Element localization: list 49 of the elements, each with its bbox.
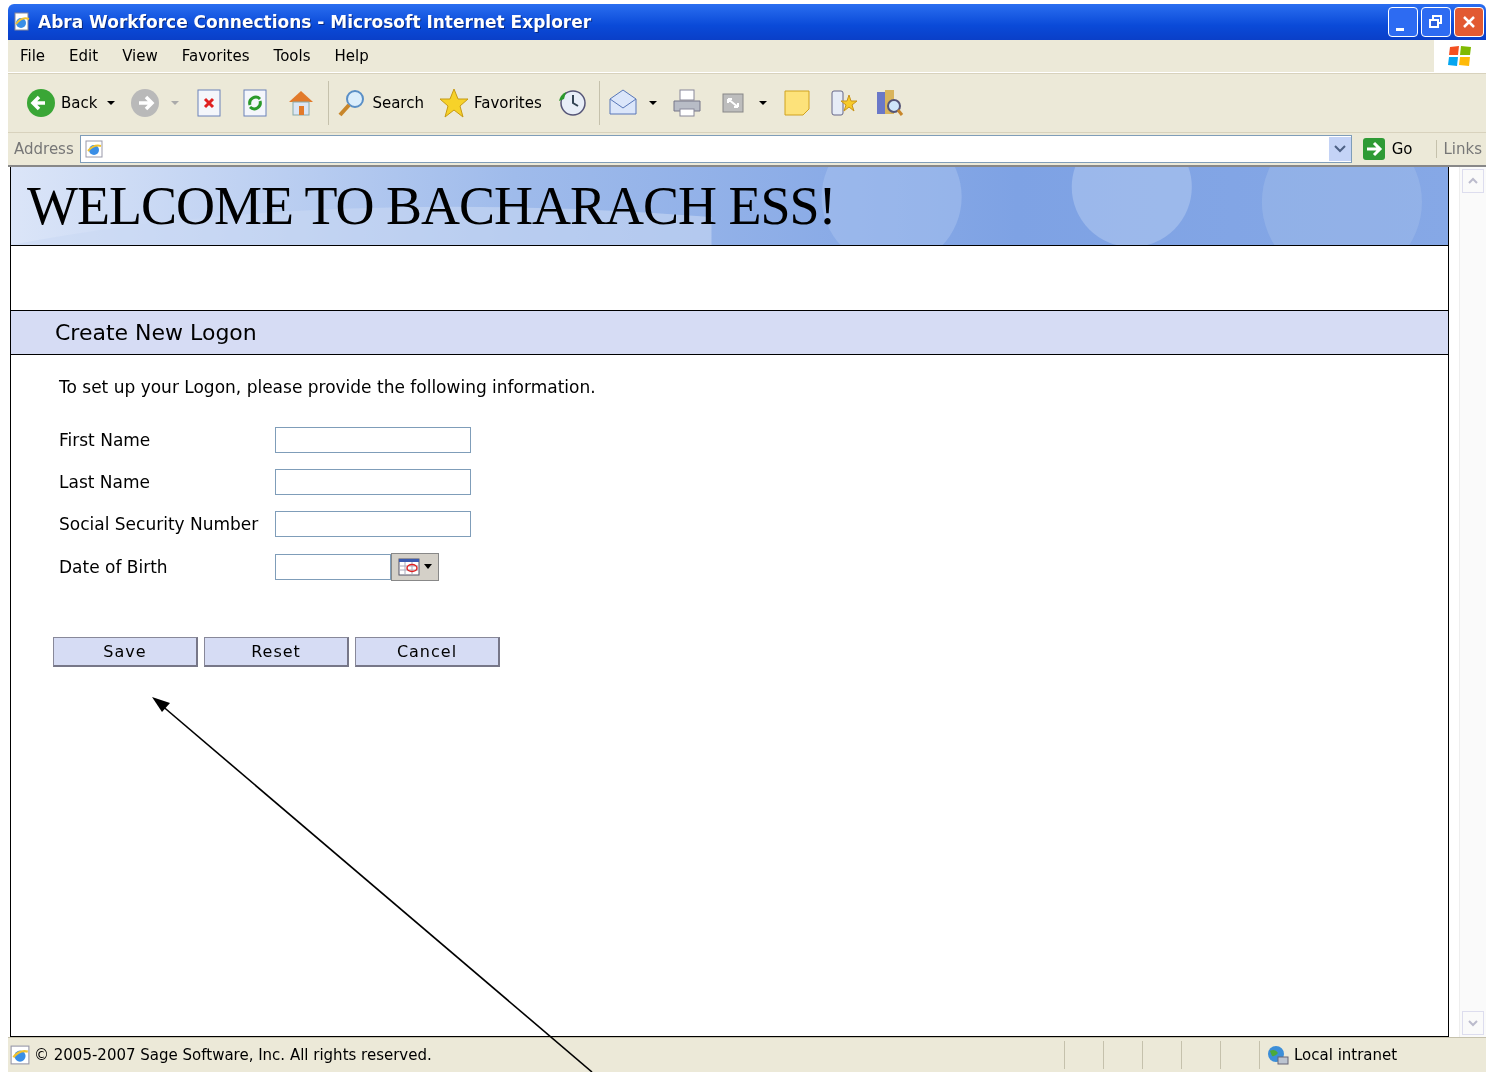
links-button[interactable]: Links — [1436, 140, 1486, 158]
restore-icon — [1429, 15, 1443, 29]
window-title: Abra Workforce Connections - Microsoft Internet Explorer — [38, 12, 592, 32]
field-label: First Name — [59, 430, 151, 450]
menu-item[interactable]: File — [8, 47, 58, 65]
close-icon — [1462, 15, 1476, 29]
minimize-icon — [1396, 27, 1404, 31]
scroll-down-button[interactable] — [1462, 1011, 1484, 1035]
globe-icon — [1266, 1044, 1290, 1066]
input-field[interactable] — [275, 427, 471, 453]
intro-text: To set up your Logon, please provide the following information. — [59, 377, 597, 397]
form-button[interactable]: Reset — [204, 637, 349, 667]
calendar-button[interactable] — [391, 553, 439, 581]
address-dropdown-button[interactable] — [1328, 137, 1351, 161]
field-label: Last Name — [59, 472, 150, 492]
star-icon — [437, 87, 470, 119]
field-label: Date of Birth — [59, 557, 168, 577]
form-button[interactable]: Cancel — [355, 637, 500, 667]
form-button[interactable]: Save — [53, 637, 198, 667]
field-label: Social Security Number — [59, 514, 259, 534]
windows-logo — [1447, 44, 1473, 68]
input-field[interactable] — [275, 469, 471, 495]
close-button[interactable] — [1454, 7, 1484, 37]
address-label: Address — [14, 140, 74, 158]
page-icon — [84, 140, 103, 158]
scroll-up-button[interactable] — [1462, 169, 1484, 193]
zone-text: Local intranet — [1294, 1046, 1398, 1064]
caret-icon — [1333, 144, 1346, 154]
section-title: Create New Logon — [55, 320, 257, 345]
menu-item[interactable]: Edit — [57, 47, 111, 65]
search-button[interactable]: Search — [328, 81, 431, 125]
browser-icon — [12, 12, 32, 32]
menu-item[interactable]: Help — [322, 47, 381, 65]
menu-item[interactable]: Favorites — [169, 47, 262, 65]
favorites-button[interactable]: Favorites — [430, 81, 549, 125]
restore-button[interactable] — [1421, 7, 1451, 37]
menu-item[interactable]: View — [110, 47, 170, 65]
address-field[interactable] — [79, 135, 1352, 163]
back-button[interactable]: Back — [18, 81, 123, 125]
minimize-button[interactable] — [1388, 7, 1418, 37]
vertical-scrollbar[interactable] — [1459, 167, 1486, 1037]
page-icon — [10, 1045, 30, 1065]
banner-title: WELCOME TO BACHARACH ESS! — [26, 175, 836, 237]
go-button[interactable]: Go — [1357, 137, 1431, 161]
date-field[interactable] — [275, 554, 391, 580]
input-field[interactable] — [275, 511, 471, 537]
menu-item[interactable]: Tools — [261, 47, 323, 65]
printer-icon — [670, 87, 703, 119]
status-text: © 2005-2007 Sage Software, Inc. All rights reserved. — [34, 1046, 432, 1064]
